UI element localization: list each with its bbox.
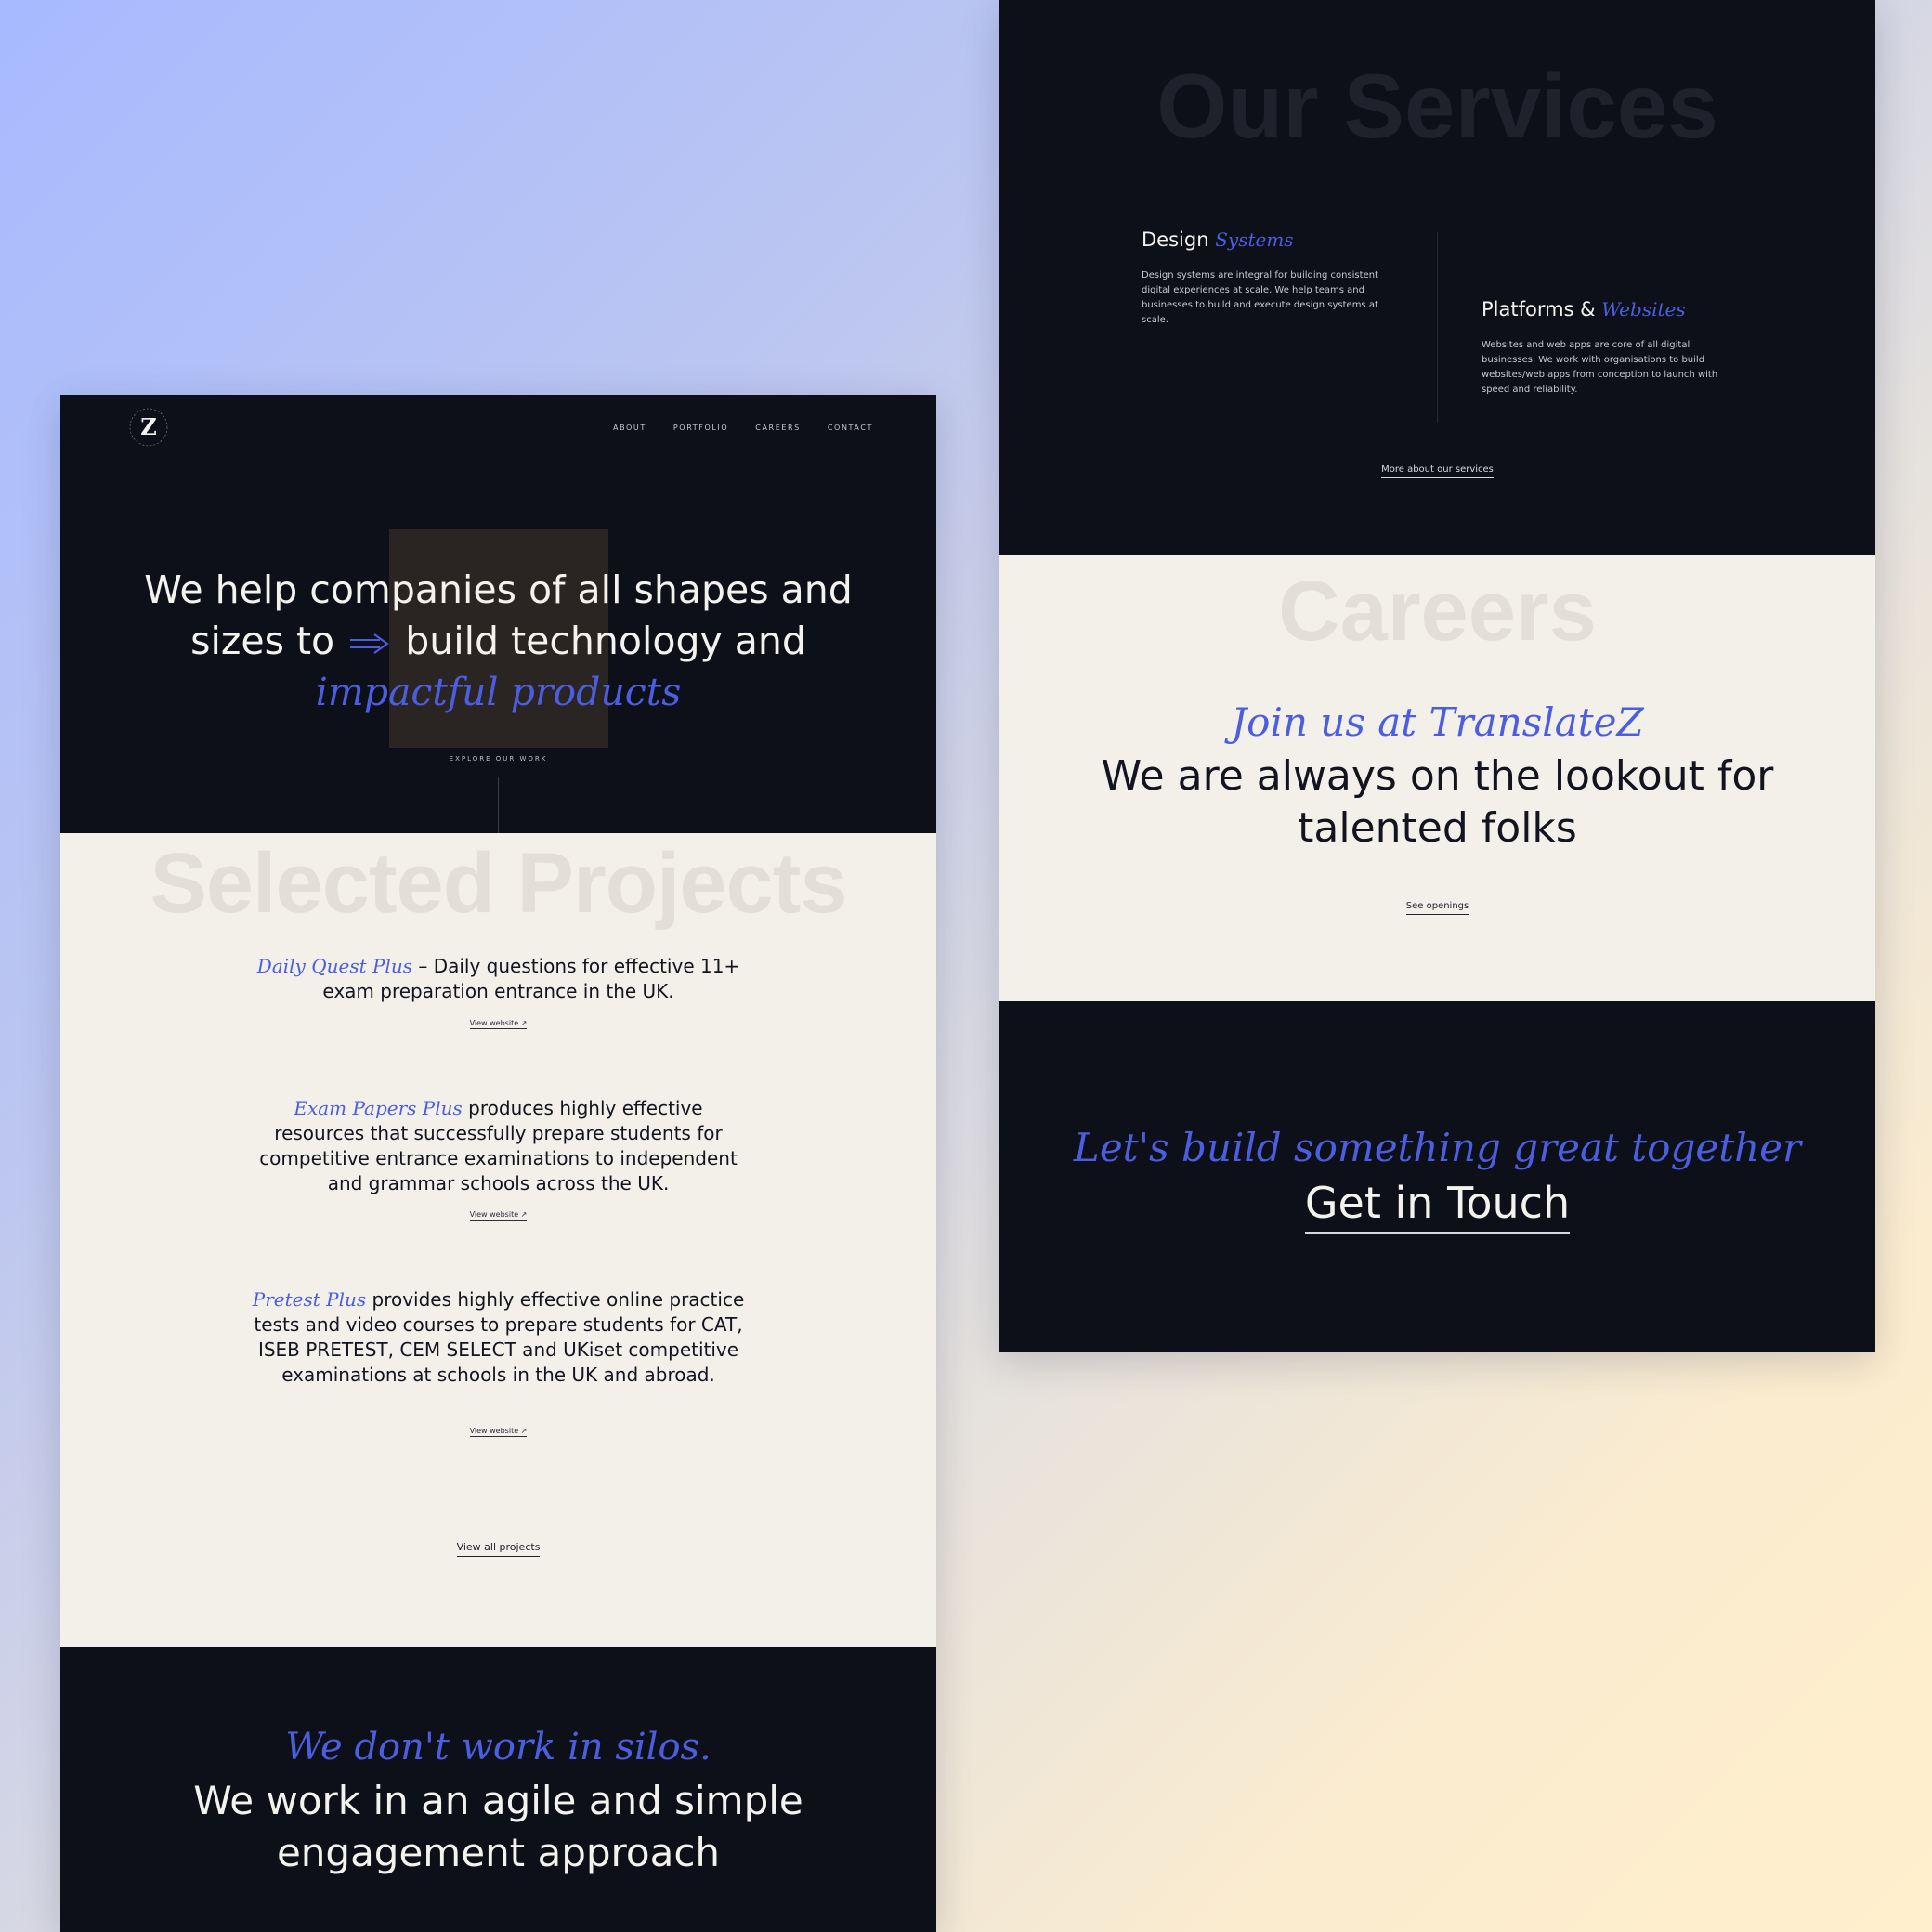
- hero-title-line2a: sizes to: [190, 619, 335, 663]
- hero-divider-line: [498, 777, 499, 833]
- project-name[interactable]: Daily Quest Plus: [257, 955, 412, 977]
- contact-accent: Let's build something great together: [1073, 1125, 1802, 1170]
- nav-portfolio[interactable]: PORTFOLIO: [673, 424, 728, 432]
- services-heading: Our Services: [1156, 55, 1718, 157]
- view-website-link[interactable]: View website ↗: [60, 1427, 936, 1437]
- projects-heading: Selected Projects: [150, 836, 847, 931]
- view-website-link[interactable]: View website ↗: [60, 1210, 936, 1221]
- careers-accent: Join us at TranslateZ: [1231, 699, 1644, 745]
- approach-line2: engagement approach: [276, 1830, 721, 1875]
- approach-heading: We work in an agile and simple engagemen…: [60, 1775, 936, 1879]
- careers-line2: talented folks: [1298, 804, 1577, 852]
- careers-heading: Careers: [1278, 564, 1597, 659]
- contact-section: Let's build something great together Get…: [999, 1001, 1875, 1352]
- careers-tagline: We are always on the lookout for talente…: [999, 751, 1875, 855]
- more-services-link[interactable]: More about our services: [999, 464, 1875, 478]
- arrow-right-icon: [350, 633, 389, 654]
- project-name[interactable]: Exam Papers Plus: [294, 1097, 462, 1119]
- left-page-preview: Z ABOUT PORTFOLIO CAREERS CONTACT We hel…: [60, 395, 936, 1932]
- project-name[interactable]: Pretest Plus: [253, 1288, 366, 1311]
- service-description: Design systems are integral for building…: [1142, 270, 1378, 325]
- nav-contact[interactable]: CONTACT: [828, 424, 873, 432]
- careers-line1: We are always on the lookout for: [1101, 752, 1774, 800]
- service-description: Websites and web apps are core of all di…: [1482, 340, 1718, 395]
- main-nav: ABOUT PORTFOLIO CAREERS CONTACT: [613, 424, 873, 432]
- explore-work-link[interactable]: EXPLORE OUR WORK: [60, 755, 936, 763]
- approach-section: We don't work in silos. We work in an ag…: [60, 1647, 936, 1932]
- hero-title-accent: impactful products: [315, 670, 682, 714]
- approach-accent: We don't work in silos.: [285, 1726, 711, 1769]
- hero-title: We help companies of all shapes and size…: [60, 565, 936, 718]
- see-openings-link[interactable]: See openings: [999, 901, 1875, 915]
- hero-section: Z ABOUT PORTFOLIO CAREERS CONTACT We hel…: [60, 395, 936, 833]
- view-website-link[interactable]: View website ↗: [60, 1019, 936, 1029]
- hero-title-line2b: build technology and: [405, 619, 806, 663]
- service-title: Platforms & Websites: [1482, 298, 1686, 320]
- nav-careers[interactable]: CAREERS: [755, 424, 801, 432]
- logo-icon[interactable]: Z: [125, 404, 172, 450]
- view-all-projects-link[interactable]: View all projects: [60, 1541, 936, 1557]
- service-title: Design Systems: [1142, 228, 1294, 251]
- services-divider: [1437, 232, 1438, 423]
- nav-about[interactable]: ABOUT: [613, 424, 646, 432]
- get-in-touch-link[interactable]: Get in Touch: [999, 1178, 1875, 1234]
- projects-section: Selected Projects Daily Quest Plus – Dai…: [60, 833, 936, 1647]
- project-item: Daily Quest Plus – Daily questions for e…: [246, 954, 751, 1004]
- careers-section: Careers Join us at TranslateZ We are alw…: [999, 555, 1875, 1001]
- right-page-preview: Our Services Design Systems Design syste…: [999, 0, 1875, 1352]
- approach-line1: We work in an agile and simple: [193, 1778, 803, 1823]
- project-item: Exam Papers Plus produces highly effecti…: [246, 1096, 751, 1196]
- services-section: Our Services Design Systems Design syste…: [999, 0, 1875, 555]
- project-item: Pretest Plus provides highly effective o…: [246, 1287, 751, 1388]
- logo-letter: Z: [140, 413, 157, 440]
- hero-title-line1: We help companies of all shapes and: [144, 568, 853, 612]
